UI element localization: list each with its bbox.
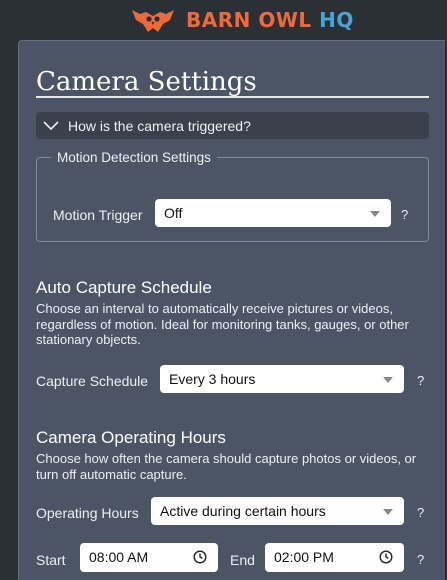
motion-trigger-label: Motion Trigger: [53, 207, 143, 223]
motion-trigger-value: Off: [164, 205, 183, 221]
start-time-value: 08:00 AM: [89, 549, 149, 565]
brand-name-part2: OWL: [258, 8, 312, 32]
operating-hours-help[interactable]: ?: [417, 505, 424, 520]
faq-accordion[interactable]: How is the camera triggered?: [36, 112, 429, 139]
brand[interactable]: BARN OWL HQ: [130, 6, 354, 34]
operating-hours-select[interactable]: Active during certain hours: [151, 497, 404, 525]
settings-panel: Camera Settings How is the camera trigge…: [18, 40, 445, 580]
capture-schedule-label: Capture Schedule: [36, 373, 149, 389]
end-time-input[interactable]: 02:00 PM: [265, 543, 404, 572]
operating-hours-title: Camera Operating Hours: [36, 428, 226, 447]
motion-detection-group: Motion Detection Settings: [36, 150, 429, 242]
auto-capture-description: Choose an interval to automatically rece…: [36, 301, 409, 347]
capture-schedule-value: Every 3 hours: [169, 371, 256, 387]
owl-logo-icon: [132, 10, 174, 32]
motion-trigger-help[interactable]: ?: [401, 207, 408, 222]
motion-trigger-select[interactable]: Off: [155, 199, 391, 227]
brand-name-part3: HQ: [319, 8, 354, 32]
faq-label: How is the camera triggered?: [68, 117, 251, 134]
caret-down-icon: [383, 509, 393, 515]
capture-schedule-help[interactable]: ?: [417, 373, 424, 388]
clock-icon[interactable]: [379, 550, 393, 564]
title-divider: [36, 96, 429, 98]
clock-icon[interactable]: [193, 550, 207, 564]
brand-name: BARN OWL HQ: [186, 8, 354, 32]
operating-hours-label: Operating Hours: [36, 505, 139, 521]
caret-down-icon: [370, 211, 380, 217]
auto-capture-title: Auto Capture Schedule: [36, 278, 212, 297]
top-bar: BARN OWL HQ: [0, 0, 447, 40]
caret-down-icon: [383, 377, 393, 383]
motion-detection-legend: Motion Detection Settings: [57, 150, 211, 165]
brand-name-part1: BARN: [186, 8, 251, 32]
chevron-down-icon: [43, 120, 59, 130]
operating-hours-description: Choose how often the camera should captu…: [36, 451, 417, 482]
start-time-label: Start: [36, 552, 66, 568]
page-title: Camera Settings: [36, 67, 257, 97]
time-range-help[interactable]: ?: [417, 552, 424, 567]
operating-hours-value: Active during certain hours: [160, 503, 326, 519]
start-time-input[interactable]: 08:00 AM: [80, 543, 218, 572]
capture-schedule-select[interactable]: Every 3 hours: [160, 365, 404, 393]
end-time-label: End: [230, 552, 255, 568]
end-time-value: 02:00 PM: [274, 549, 334, 565]
